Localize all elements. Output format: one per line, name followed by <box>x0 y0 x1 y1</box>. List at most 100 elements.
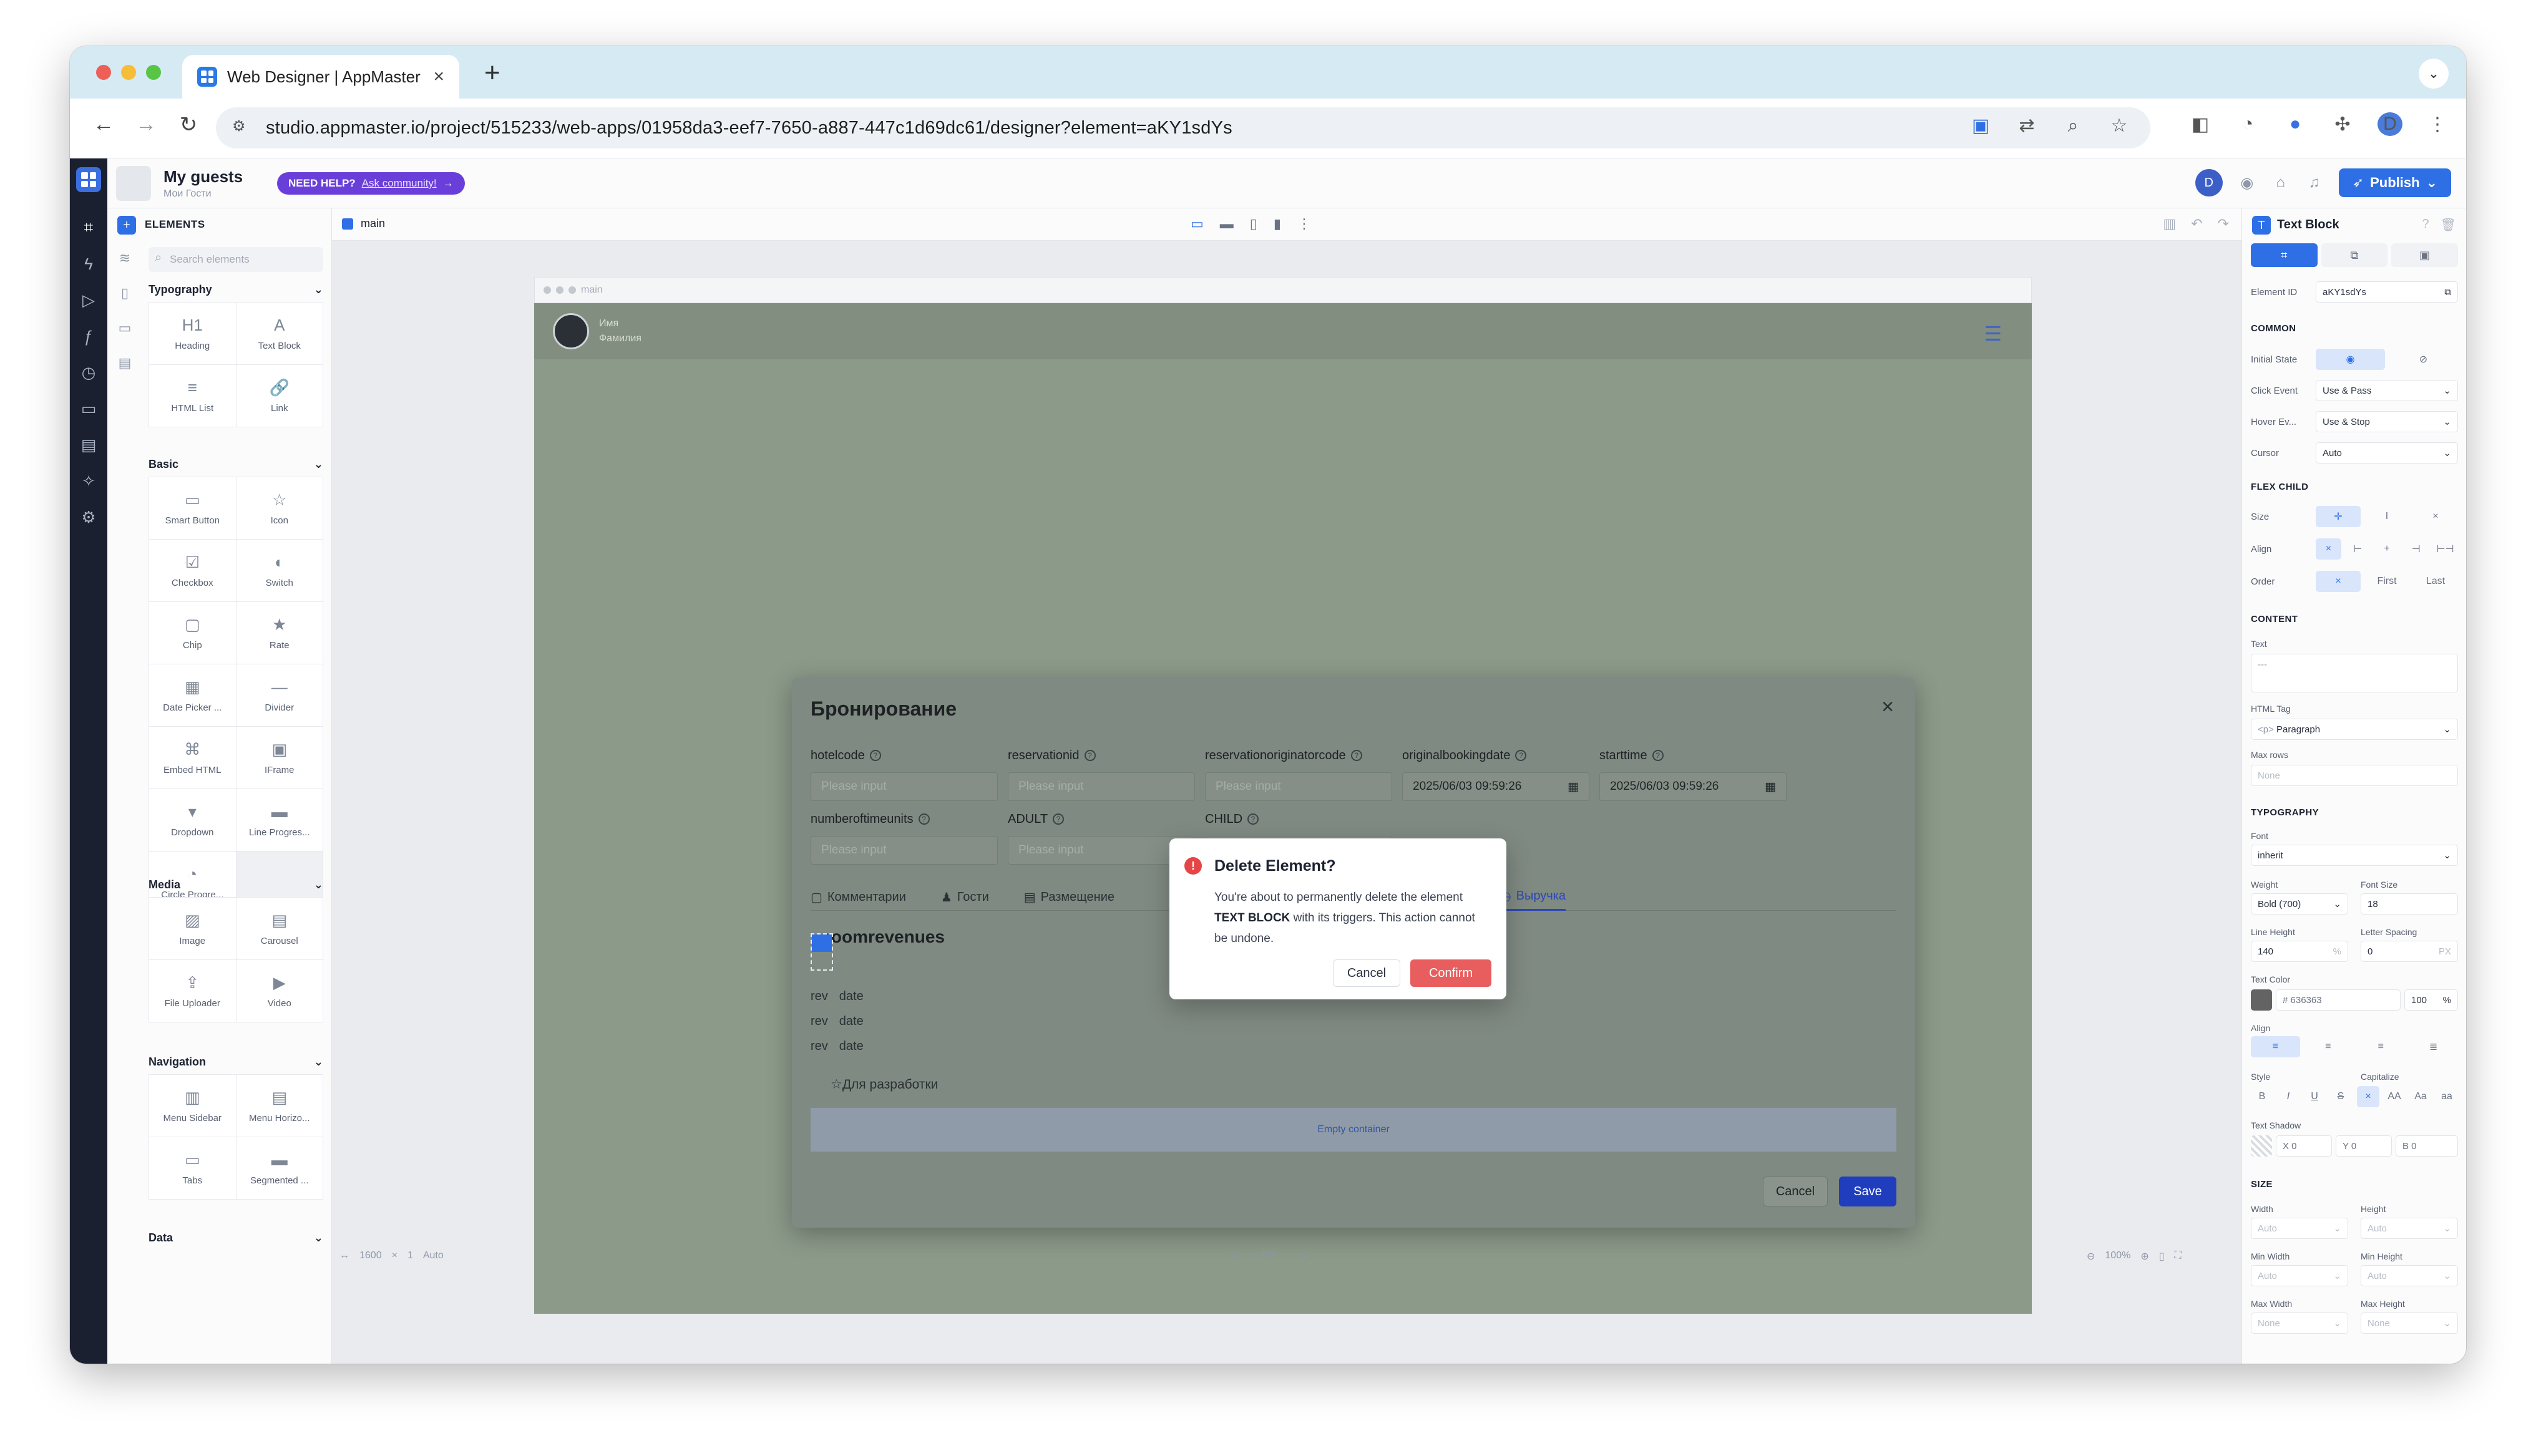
library-icon[interactable]: ▤ <box>70 427 107 463</box>
text-value-input[interactable]: --- <box>2251 654 2458 692</box>
element-tile[interactable]: ▭ Tabs <box>149 1137 237 1200</box>
tablet-device-icon[interactable]: ▯ <box>1250 216 1257 232</box>
min-width-input[interactable]: Auto ⌄ <box>2251 1265 2348 1286</box>
element-tile[interactable]: ▶ Video <box>236 960 323 1022</box>
element-tile[interactable]: ☑ Checkbox <box>149 540 237 602</box>
booking-save-button[interactable]: Save <box>1839 1177 1896 1206</box>
common-section-title[interactable]: COMMON <box>2251 323 2296 334</box>
notifications-bell-icon[interactable]: ♫ <box>2305 174 2324 192</box>
align-center-icon[interactable]: + <box>2374 538 2400 560</box>
components-icon[interactable]: ▭ <box>107 311 142 346</box>
timer-icon[interactable]: ◷ <box>70 354 107 391</box>
elements-section-title[interactable]: Navigation ⌄ <box>149 1049 323 1074</box>
more-devices-icon[interactable]: ⋮ <box>1297 216 1311 232</box>
typography-section-title[interactable]: TYPOGRAPHY <box>2251 807 2319 818</box>
hamburger-menu-icon[interactable]: ☰ <box>1984 322 2002 346</box>
selected-text-block[interactable] <box>811 933 833 971</box>
search-elements-input[interactable]: Search elements <box>149 247 323 272</box>
height-input[interactable]: Auto ⌄ <box>2361 1218 2458 1239</box>
project-thumbnail[interactable] <box>116 166 151 201</box>
tab-properties[interactable]: ⌗ <box>2251 243 2318 267</box>
max-width-chevron-icon[interactable]: ⌄ <box>2333 1318 2341 1329</box>
size-fit-icon[interactable]: ✛ <box>2316 506 2361 527</box>
hidden-icon[interactable]: ⊘ <box>2389 349 2458 370</box>
width-input[interactable]: Auto ⌄ <box>2251 1218 2348 1239</box>
elements-section-title[interactable]: Data ⌄ <box>149 1225 323 1250</box>
element-tile[interactable]: 🔗 Link <box>236 365 323 427</box>
copy-icon[interactable]: ⧉ <box>2444 287 2451 298</box>
element-tile[interactable]: ⇪ File Uploader <box>149 960 237 1022</box>
calendar-icon[interactable]: ▦ <box>1568 780 1579 794</box>
hover-event-select[interactable]: Use & Stop ⌄ <box>2316 411 2458 432</box>
shadow-color-swatch[interactable] <box>2251 1135 2272 1157</box>
forward-arrow-icon[interactable]: → <box>130 112 162 137</box>
profile-avatar[interactable]: D <box>2378 112 2402 136</box>
back-arrow-icon[interactable]: ← <box>87 112 120 137</box>
italic-icon[interactable]: I <box>2277 1086 2299 1107</box>
tab-styles[interactable]: ⧉ <box>2321 243 2388 267</box>
code-view-icon[interactable]: ▥ <box>2163 216 2176 232</box>
browser-tab-active[interactable]: Web Designer | AppMaster × <box>182 55 459 99</box>
text-color-input[interactable]: # 636363 <box>2276 989 2401 1011</box>
field-input[interactable]: Please input <box>811 772 998 801</box>
content-section-title[interactable]: CONTENT <box>2251 614 2298 624</box>
element-tile[interactable]: ▢ Chip <box>149 602 237 664</box>
publish-button[interactable]: ➶ Publish ⌄ <box>2338 168 2451 197</box>
address-bar[interactable]: ⚙ studio.appmaster.io/project/515233/web… <box>216 107 2150 148</box>
elements-section-title[interactable]: Typography ⌄ <box>149 277 323 302</box>
app-launch-icon[interactable]: ▣ <box>1968 115 1993 137</box>
shadow-x-input[interactable]: X 0 <box>2276 1135 2332 1157</box>
scroll-left-icon[interactable]: ⇤ <box>1231 1250 1239 1263</box>
scroll-right-icon[interactable]: ⇥ <box>1300 1250 1308 1263</box>
order-last-button[interactable]: Last <box>2413 571 2458 592</box>
media-icon[interactable]: ▭ <box>70 391 107 427</box>
user-avatar[interactable]: D <box>2195 169 2223 197</box>
zoom-value[interactable]: 100% <box>2105 1250 2130 1263</box>
element-tile[interactable]: A Text Block <box>236 303 323 365</box>
frame-avatar[interactable] <box>553 313 589 349</box>
shadow-y-input[interactable]: Y 0 <box>2336 1135 2392 1157</box>
reload-icon[interactable]: ↻ <box>172 112 205 137</box>
max-height-chevron-icon[interactable]: ⌄ <box>2443 1318 2451 1329</box>
element-tile[interactable]: ▬ Segmented ... <box>236 1137 323 1200</box>
element-id-field[interactable]: aKY1sdYs ⧉ <box>2316 281 2458 303</box>
scroll-prev-icon[interactable]: ‹ <box>1249 1250 1252 1263</box>
desktop-device-icon[interactable]: ▭ <box>1191 216 1204 232</box>
browser-menu-icon[interactable]: ⋮ <box>2425 114 2450 135</box>
tab-revenue[interactable]: ◷Выручка <box>1500 883 1566 911</box>
field-input[interactable]: 2025/06/03 09:59:26 ▦ <box>1402 772 1589 801</box>
translate-icon[interactable]: ⇄ <box>2014 115 2039 137</box>
tab-comments[interactable]: ▢ Комментарии <box>811 883 906 911</box>
zoom-out-icon[interactable]: ⊖ <box>2087 1250 2095 1263</box>
storage-icon[interactable]: ▤ <box>107 346 142 381</box>
tab-triggers[interactable]: ▣ <box>2391 243 2459 267</box>
help-circle-icon[interactable]: ? <box>1652 750 1664 761</box>
selection-handle[interactable] <box>812 934 832 952</box>
min-height-input[interactable]: Auto ⌄ <box>2361 1265 2458 1286</box>
page-selector[interactable]: main <box>342 217 385 230</box>
element-tile[interactable]: ▾ Dropdown <box>149 789 237 852</box>
min-width-chevron-icon[interactable]: ⌄ <box>2333 1270 2341 1281</box>
field-input[interactable]: Please input <box>811 836 998 865</box>
extension-shield-icon[interactable]: ◧ <box>2188 114 2213 135</box>
tab-accommodation[interactable]: ▤ Размещение <box>1024 883 1114 911</box>
table-row[interactable]: rev date <box>811 1039 864 1054</box>
elements-section-title[interactable]: Media ⌄ <box>149 872 323 897</box>
capitalize-title[interactable]: Aa <box>2409 1086 2432 1107</box>
letter-spacing-input[interactable]: 0 PX <box>2361 941 2458 962</box>
align-none-icon[interactable]: × <box>2316 538 2341 560</box>
help-circle-icon[interactable]: ? <box>918 813 930 825</box>
pages-icon[interactable]: ▷ <box>70 282 107 318</box>
element-tile[interactable]: — Divider <box>236 664 323 727</box>
pages-file-icon[interactable]: ▯ <box>107 276 142 311</box>
font-select[interactable]: inherit ⌄ <box>2251 845 2458 866</box>
help-circle-icon[interactable]: ? <box>1350 750 1362 761</box>
line-height-input[interactable]: 140% <box>2251 941 2348 962</box>
zoom-in-icon[interactable]: ⊕ <box>2140 1250 2148 1263</box>
text-align-left-icon[interactable]: ≡ <box>2251 1036 2300 1057</box>
project-name[interactable]: My guests <box>163 167 243 187</box>
weight-select[interactable]: Bold (700) ⌄ <box>2251 893 2348 915</box>
size-section-title[interactable]: SIZE <box>2251 1179 2273 1190</box>
functions-icon[interactable]: ƒ <box>70 318 107 354</box>
extension-circle-icon[interactable]: ● <box>2283 114 2308 135</box>
